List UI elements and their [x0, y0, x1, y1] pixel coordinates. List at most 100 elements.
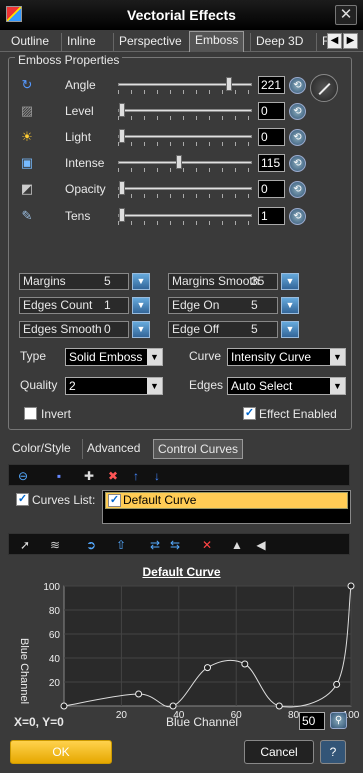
- light-input[interactable]: 0: [258, 128, 285, 146]
- triangle-up-icon[interactable]: ▲: [229, 537, 245, 553]
- y-axis-label: Blue Channel: [18, 638, 30, 704]
- delete-curve-icon[interactable]: ✖: [105, 468, 121, 484]
- margins-dropdown-button[interactable]: ▼: [132, 273, 150, 290]
- type-value: Solid Emboss: [69, 350, 143, 364]
- intense-slider-thumb[interactable]: [175, 155, 182, 169]
- tab-outline[interactable]: Outline: [6, 33, 54, 52]
- tab-color-style[interactable]: Color/Style: [8, 439, 75, 459]
- y-tick-label: 80: [49, 606, 61, 617]
- ok-button[interactable]: OK: [10, 740, 112, 764]
- light-slider[interactable]: [118, 129, 252, 143]
- light-slider-thumb[interactable]: [119, 129, 125, 143]
- x-axis-label: Blue Channel: [166, 715, 239, 729]
- tab-deep-3d[interactable]: Deep 3D: [250, 33, 308, 52]
- effect-enabled-label: Effect Enabled: [259, 407, 337, 421]
- tab-advanced[interactable]: Advanced: [82, 439, 144, 459]
- chevron-down-icon: ▼: [330, 349, 345, 365]
- cancel-button[interactable]: Cancel: [244, 740, 314, 764]
- intense-reset-button[interactable]: ⟲: [289, 155, 306, 172]
- tab-perspective[interactable]: Perspective: [113, 33, 187, 52]
- opacity-slider-thumb[interactable]: [119, 181, 125, 195]
- close-button[interactable]: ✕: [335, 5, 357, 25]
- opacity-input[interactable]: 0: [258, 180, 285, 198]
- control-point[interactable]: [333, 680, 341, 688]
- control-point[interactable]: [169, 702, 177, 710]
- curves-toolbar: ⊖ ▪ ✚ ✖ ↑ ↓: [8, 464, 350, 486]
- edge-on-dropdown-button[interactable]: ▼: [281, 297, 299, 314]
- intense-input[interactable]: 115: [258, 154, 285, 172]
- curve-edit-toolbar: ➚ ≋ ➲ ⇧ ⇄ ⇆ ✕ ▲ ◀: [8, 533, 350, 555]
- edges-count-dropdown-button[interactable]: ▼: [132, 297, 150, 314]
- triangle-left-icon[interactable]: ◀: [253, 537, 269, 553]
- tab-scroll-left-button[interactable]: ◀: [327, 33, 342, 49]
- tab-inline[interactable]: Inline: [61, 33, 101, 52]
- help-button[interactable]: ?: [320, 740, 346, 764]
- level-slider-thumb[interactable]: [119, 103, 125, 117]
- forward-icon[interactable]: ➲: [83, 537, 99, 553]
- control-point[interactable]: [60, 702, 68, 710]
- level-label: Level: [65, 104, 94, 118]
- new-curve-icon[interactable]: ✚: [81, 468, 97, 484]
- curves-list-checkbox[interactable]: ✓: [16, 493, 29, 506]
- back-icon[interactable]: ⊖: [15, 468, 31, 484]
- angle-reset-button[interactable]: ⟲: [289, 77, 306, 94]
- control-point[interactable]: [275, 702, 283, 710]
- up-icon[interactable]: ⇧: [113, 537, 129, 553]
- edge-on-spinner[interactable]: Edge On 5: [168, 297, 278, 314]
- opacity-reset-button[interactable]: ⟲: [289, 181, 306, 198]
- tab-scroll-right-button[interactable]: ▶: [343, 33, 358, 49]
- edges-smooth-dropdown-button[interactable]: ▼: [132, 321, 150, 338]
- effect-enabled-checkbox[interactable]: ✓: [243, 407, 256, 420]
- list-item[interactable]: ✓ Default Curve: [105, 492, 348, 509]
- opacity-slider[interactable]: [118, 181, 252, 195]
- tens-slider[interactable]: [118, 208, 252, 222]
- edges-select[interactable]: Auto Select ▼: [227, 377, 346, 395]
- level-input[interactable]: 0: [258, 102, 285, 120]
- tens-reset-button[interactable]: ⟲: [289, 208, 306, 225]
- control-point[interactable]: [347, 582, 355, 590]
- quality-select[interactable]: 2 ▼: [65, 377, 163, 395]
- curve-chart[interactable]: 20 40 60 80 10020406080100 Blue Channel: [0, 578, 363, 728]
- type-select[interactable]: Solid Emboss ▼: [65, 348, 163, 366]
- close-icon[interactable]: ✕: [199, 537, 215, 553]
- control-point[interactable]: [204, 664, 211, 672]
- margins-smooth-dropdown-button[interactable]: ▼: [281, 273, 299, 290]
- tab-control-curves[interactable]: Control Curves: [153, 439, 244, 459]
- group-title: Emboss Properties: [15, 53, 123, 67]
- angle-dial[interactable]: [310, 74, 338, 102]
- intense-label: Intense: [65, 156, 105, 170]
- move-down-icon[interactable]: ↓: [149, 468, 165, 484]
- tens-slider-thumb[interactable]: [119, 208, 125, 222]
- tens-input[interactable]: 1: [258, 207, 285, 225]
- waves-icon[interactable]: ≋: [47, 537, 63, 553]
- level-reset-button[interactable]: ⟲: [289, 103, 306, 120]
- plot-area: [63, 585, 352, 707]
- sun-icon: ☀: [21, 129, 33, 144]
- edge-off-spinner[interactable]: Edge Off 5: [168, 321, 278, 338]
- zoom-input[interactable]: 50: [299, 712, 325, 730]
- curve-select[interactable]: Intensity Curve ▼: [227, 348, 346, 366]
- control-point[interactable]: [135, 690, 143, 698]
- invert-checkbox[interactable]: [24, 407, 37, 420]
- margins-smooth-spinner[interactable]: Margins Smooth 35: [168, 273, 278, 290]
- tab-emboss[interactable]: Emboss: [189, 31, 245, 52]
- window-title: Vectorial Effects: [127, 7, 236, 23]
- save-icon[interactable]: ▪: [51, 468, 67, 484]
- intense-slider[interactable]: [118, 155, 252, 169]
- angle-slider-thumb[interactable]: [226, 77, 233, 91]
- move-up-icon[interactable]: ↑: [128, 468, 144, 484]
- zoom-tool-icon[interactable]: ⚲: [330, 712, 347, 729]
- angle-input[interactable]: 221: [258, 76, 285, 94]
- angle-slider[interactable]: [118, 77, 252, 91]
- pointer-icon[interactable]: ➚: [17, 537, 33, 553]
- edge-off-dropdown-button[interactable]: ▼: [281, 321, 299, 338]
- edges-count-spinner[interactable]: Edges Count 1: [19, 297, 129, 314]
- control-point[interactable]: [241, 660, 249, 668]
- level-slider[interactable]: [118, 103, 252, 117]
- curve-item-checkbox[interactable]: ✓: [108, 494, 121, 507]
- swap-icon[interactable]: ⇆: [167, 537, 183, 553]
- edges-smooth-spinner[interactable]: Edges Smooth 0: [19, 321, 129, 338]
- margins-spinner[interactable]: Margins 5: [19, 273, 129, 290]
- light-reset-button[interactable]: ⟲: [289, 129, 306, 146]
- flip-icon[interactable]: ⇄: [147, 537, 163, 553]
